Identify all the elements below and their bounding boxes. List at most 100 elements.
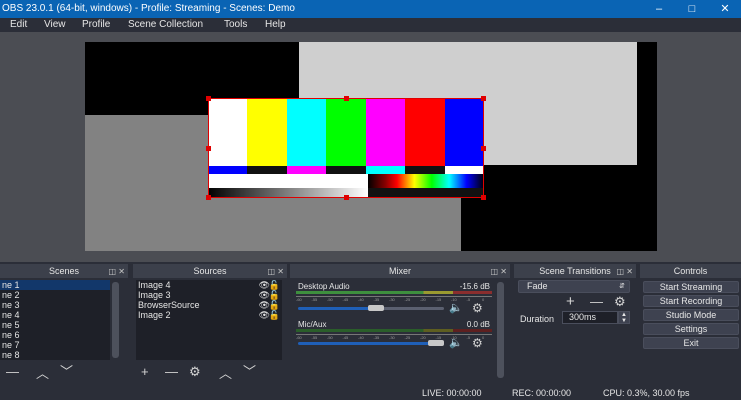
menu-view[interactable]: View — [44, 19, 66, 30]
float-icon[interactable]: ◫ — [109, 267, 117, 276]
start-streaming-button[interactable]: Start Streaming — [643, 281, 739, 293]
move-source-up-button[interactable]: ︿ — [219, 367, 232, 380]
resize-handle[interactable] — [206, 195, 211, 200]
list-item[interactable]: ne 4 — [0, 310, 110, 320]
scrollbar[interactable] — [112, 282, 119, 358]
move-scene-down-button[interactable]: ﹀ — [60, 365, 73, 378]
list-item[interactable]: Image 3 👁 🔓 — [136, 290, 282, 300]
close-icon[interactable]: ✕ — [277, 267, 284, 276]
list-item[interactable]: ne 8 — [0, 350, 110, 360]
preview-canvas[interactable] — [85, 42, 657, 251]
list-item[interactable]: BrowserSource 👁 🔓 — [136, 300, 282, 310]
close-icon[interactable]: ✕ — [118, 267, 125, 276]
close-icon[interactable]: ✕ — [626, 267, 633, 276]
resize-handle[interactable] — [206, 146, 211, 151]
settings-button[interactable]: Settings — [643, 323, 739, 335]
close-icon[interactable]: ✕ — [714, 1, 736, 17]
window-title: OBS 23.0.1 (64-bit, windows) - Profile: … — [2, 3, 295, 14]
remove-transition-button[interactable]: — — [590, 295, 603, 308]
transition-settings-icon[interactable]: ⚙ — [614, 295, 626, 308]
mic-aux-volume-knob[interactable] — [428, 340, 444, 346]
menu-profile[interactable]: Profile — [82, 19, 110, 30]
list-item[interactable]: ne 2 — [0, 290, 110, 300]
remove-scene-button[interactable]: — — [6, 365, 19, 378]
studio-mode-button[interactable]: Studio Mode — [643, 309, 739, 321]
sources-dock: Sources ◫ ✕ Image 4 👁 🔓 Image 3 👁 🔓 BrowserS… — [133, 264, 287, 382]
move-source-down-button[interactable]: ﹀ — [243, 365, 256, 378]
mic-aux-volume-slider[interactable] — [298, 342, 444, 345]
minimize-icon[interactable]: – — [648, 1, 670, 17]
desktop-audio-volume-knob[interactable] — [368, 305, 384, 311]
list-item[interactable]: ne 5 — [0, 320, 110, 330]
maximize-icon[interactable]: □ — [681, 1, 703, 17]
controls-dock-title: Controls — [640, 264, 741, 278]
tick-label: -45 — [342, 297, 349, 302]
tick-label: -50 — [327, 297, 333, 302]
list-item[interactable]: ne 3 — [0, 300, 110, 310]
transition-select[interactable]: Fade ⇵ — [518, 280, 630, 293]
tick-label: -45 — [342, 335, 349, 340]
list-item[interactable]: Image 2 👁 🔓 — [136, 310, 282, 320]
lock-icon[interactable]: 🔓 — [269, 290, 280, 300]
tick-label: -35 — [373, 297, 380, 302]
resize-handle[interactable] — [206, 96, 211, 101]
source-settings-icon[interactable]: ⚙ — [189, 365, 201, 378]
menu-tools[interactable]: Tools — [224, 19, 247, 30]
menu-scene-collection[interactable]: Scene Collection — [128, 19, 203, 30]
resize-handle[interactable] — [481, 96, 486, 101]
sources-list[interactable]: Image 4 👁 🔓 Image 3 👁 🔓 BrowserSource 👁 🔓 Imag… — [136, 280, 282, 360]
tick-label: -30 — [389, 297, 395, 302]
scenes-dock-title: Scenes ◫ ✕ — [0, 264, 128, 278]
tick-label: -55 — [311, 335, 318, 340]
tick-label: -25 — [404, 335, 411, 340]
resize-handle[interactable] — [344, 195, 349, 200]
float-icon[interactable]: ◫ — [491, 267, 499, 276]
exit-button[interactable]: Exit — [643, 337, 739, 349]
float-icon[interactable]: ◫ — [268, 267, 276, 276]
sources-dock-title: Sources ◫ ✕ — [133, 264, 287, 278]
speaker-icon[interactable]: 🔈 — [449, 302, 463, 314]
lock-icon[interactable]: 🔓 — [269, 280, 280, 290]
controls-dock: Controls Start Streaming Start Recording… — [640, 264, 741, 382]
menu-bar: Edit View Profile Scene Collection Tools… — [0, 18, 741, 32]
add-source-button[interactable]: + — [141, 365, 149, 378]
speaker-icon[interactable]: 🔈 — [449, 337, 463, 349]
preview-area[interactable] — [0, 32, 741, 262]
lock-icon[interactable]: 🔓 — [269, 310, 280, 320]
duration-stepper[interactable]: ▲ ▼ — [618, 311, 630, 324]
menu-edit[interactable]: Edit — [10, 19, 27, 30]
gear-icon[interactable]: ⚙ — [472, 337, 483, 349]
start-recording-button[interactable]: Start Recording — [643, 295, 739, 307]
duration-input[interactable]: 300ms — [562, 311, 618, 324]
gear-icon[interactable]: ⚙ — [472, 302, 483, 314]
add-transition-button[interactable]: + — [566, 294, 575, 309]
list-item[interactable]: Image 4 👁 🔓 — [136, 280, 282, 290]
lock-icon[interactable]: 🔓 — [269, 300, 280, 310]
list-item[interactable]: ne 6 — [0, 330, 110, 340]
scenes-dock: Scenes ◫ ✕ ne 1 ne 2 ne 3 ne 4 ne 5 ne 6… — [0, 264, 128, 382]
tick-label: -60 — [296, 297, 302, 302]
menu-help[interactable]: Help — [265, 19, 286, 30]
scrollbar[interactable] — [497, 282, 504, 378]
close-icon[interactable]: ✕ — [500, 267, 507, 276]
mic-aux-meter — [296, 329, 492, 332]
live-status: LIVE: 00:00:00 — [422, 388, 482, 398]
tick-label: -40 — [358, 335, 364, 340]
resize-handle[interactable] — [481, 195, 486, 200]
selection-box[interactable] — [206, 96, 486, 200]
list-item[interactable]: ne 7 — [0, 340, 110, 350]
remove-source-button[interactable]: — — [165, 365, 178, 378]
move-scene-up-button[interactable]: ︿ — [36, 367, 49, 380]
duration-label: Duration — [520, 314, 555, 324]
scenes-list[interactable]: ne 1 ne 2 ne 3 ne 4 ne 5 ne 6 ne 7 ne 8 — [0, 280, 110, 360]
list-item[interactable]: ne 1 — [0, 280, 110, 290]
mixer-dock-title: Mixer ◫ ✕ — [290, 264, 510, 278]
resize-handle[interactable] — [481, 146, 486, 151]
float-icon[interactable]: ◫ — [617, 267, 625, 276]
resize-handle[interactable] — [344, 96, 349, 101]
tick-label: -40 — [358, 297, 364, 302]
desktop-audio-meter — [296, 291, 492, 294]
chevron-updown-icon: ⇵ — [619, 283, 625, 290]
desktop-audio-db: -15.6 dB — [459, 282, 490, 291]
tick-label: -5 — [466, 335, 471, 340]
